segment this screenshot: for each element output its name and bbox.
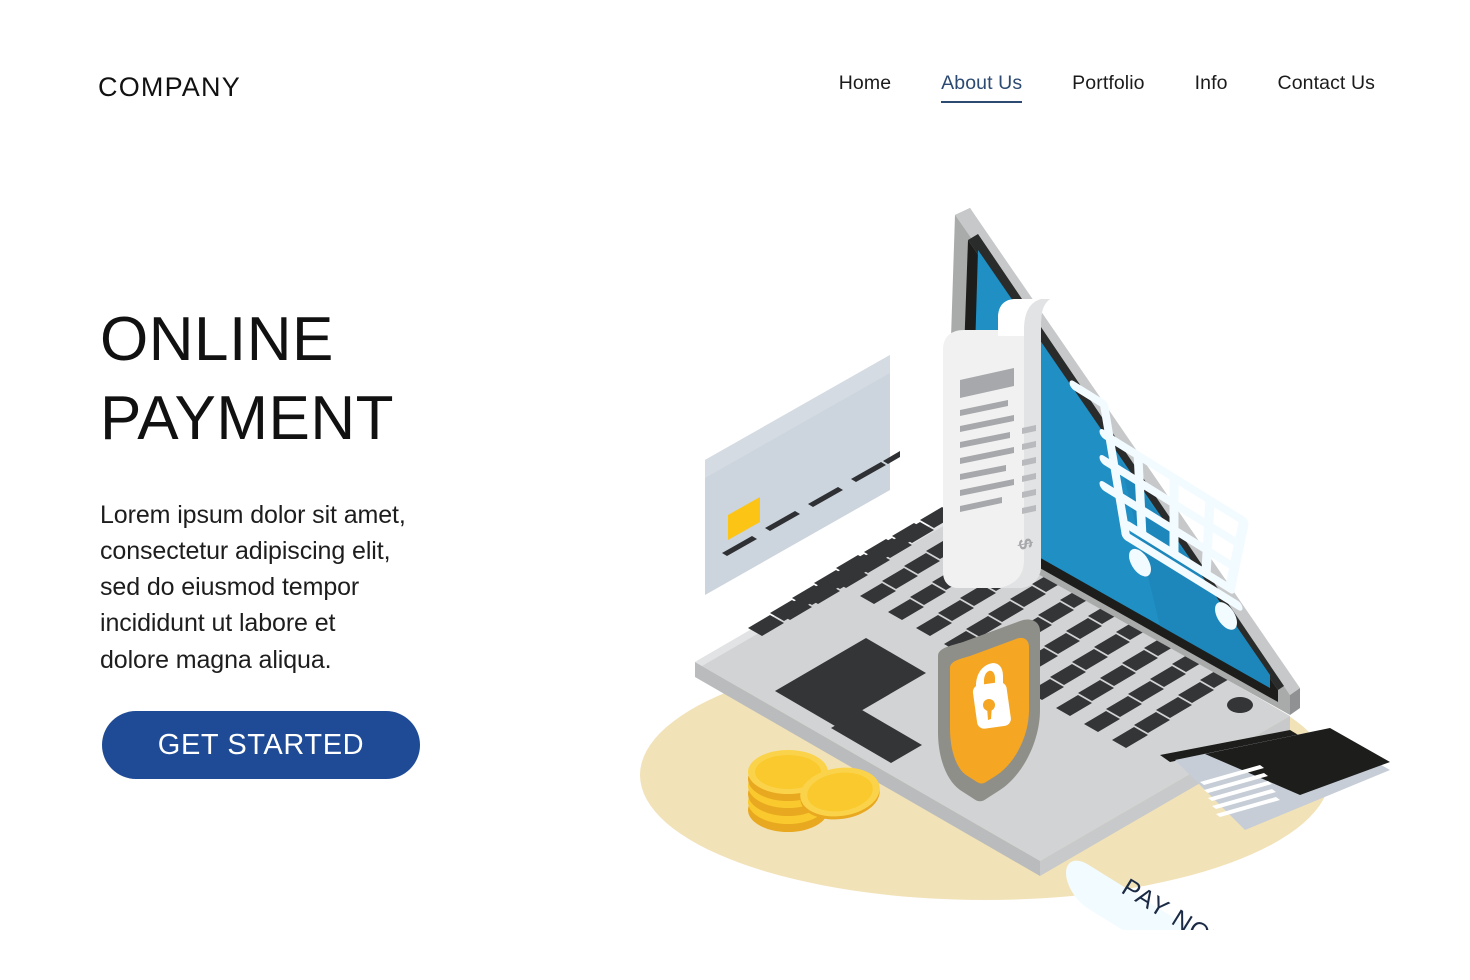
page-title: ONLINE PAYMENT <box>100 305 395 454</box>
nav-item-info[interactable]: Info <box>1195 72 1228 103</box>
nav-item-about-us[interactable]: About Us <box>941 72 1023 103</box>
receipt-icon: $ <box>943 299 1050 588</box>
hero-description: Lorem ipsum dolor sit amet, consectetur … <box>100 500 406 674</box>
laptop-power-dot <box>1227 697 1253 713</box>
nav-item-home[interactable]: Home <box>839 72 891 103</box>
site-header: COMPANY Home About Us Portfolio Info Con… <box>0 0 1470 175</box>
brand-logo[interactable]: COMPANY <box>98 72 241 103</box>
nav-item-contact-us[interactable]: Contact Us <box>1278 72 1375 103</box>
online-payment-illustration: PAY NOW $ <box>600 170 1400 930</box>
nav-item-portfolio[interactable]: Portfolio <box>1072 72 1144 103</box>
get-started-button[interactable]: GET STARTED <box>102 711 420 779</box>
hero-copy-block: ONLINE PAYMENT Lorem ipsum dolor sit ame… <box>100 300 570 678</box>
main-navigation: Home About Us Portfolio Info Contact Us <box>839 72 1375 103</box>
